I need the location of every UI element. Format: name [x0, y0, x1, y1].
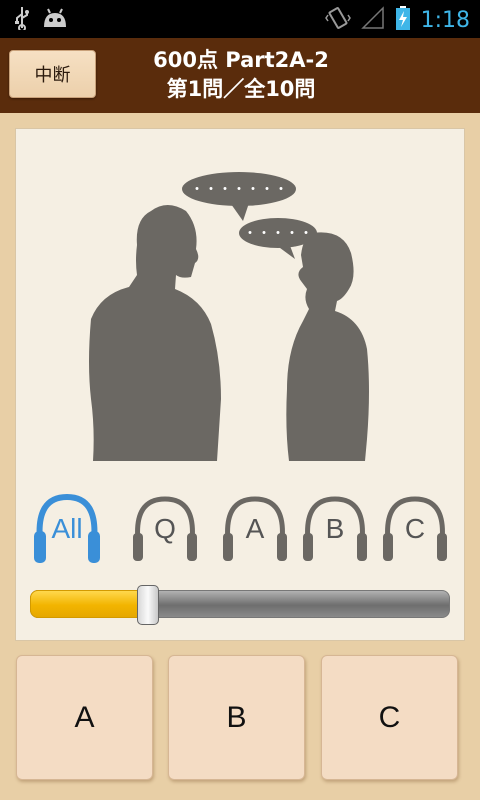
bubble-right-text: ・・・・・	[243, 226, 313, 242]
pause-button[interactable]: 中断	[9, 50, 96, 98]
seek-progress	[30, 590, 148, 618]
track-label: B	[325, 513, 345, 544]
man-silhouette	[89, 205, 221, 461]
signal-icon	[360, 6, 385, 34]
usb-icon	[14, 6, 30, 34]
status-bar: 1:18	[0, 0, 480, 38]
track-label: Q	[154, 513, 176, 544]
header-bar: 中断 600点 Part2A-2 第1問／全10問	[0, 38, 480, 113]
track-c-button[interactable]: C	[380, 491, 450, 567]
track-label: All	[51, 513, 83, 544]
track-label: A	[245, 513, 265, 544]
track-label: C	[404, 513, 426, 544]
bubble-left-text: ・・・・・・・	[190, 182, 288, 198]
answer-b-button[interactable]: B	[168, 655, 305, 780]
answer-buttons: A B C	[0, 655, 480, 780]
answer-a-button[interactable]: A	[16, 655, 153, 780]
answer-c-button[interactable]: C	[321, 655, 458, 780]
speech-bubble-left: ・・・・・・・	[182, 172, 296, 221]
android-icon	[42, 7, 68, 33]
seek-thumb[interactable]	[137, 585, 159, 625]
track-all-button[interactable]: All	[32, 491, 102, 567]
question-card: ・・・・・・・ ・・・・・ All Q A B C	[15, 128, 465, 641]
track-a-button[interactable]: A	[220, 491, 290, 567]
conversation-illustration: ・・・・・・・ ・・・・・	[89, 172, 369, 461]
audio-track-selector: All Q A B C	[30, 491, 450, 571]
clock: 1:18	[420, 7, 470, 33]
track-b-button[interactable]: B	[300, 491, 370, 567]
audio-seek-bar[interactable]	[30, 585, 452, 625]
test-title: 600点 Part2A-2	[153, 48, 329, 72]
question-counter: 第1問／全10問	[166, 77, 316, 101]
page-title: 600点 Part2A-2 第1問／全10問	[96, 46, 386, 104]
track-q-button[interactable]: Q	[130, 491, 200, 567]
vibrate-icon	[324, 5, 351, 35]
battery-charging-icon	[395, 5, 411, 35]
woman-silhouette	[286, 232, 369, 461]
